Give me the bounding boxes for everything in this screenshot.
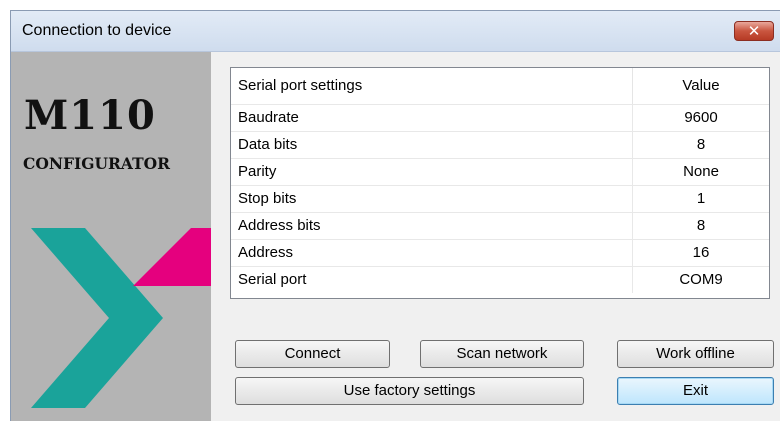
table-row[interactable]: Stop bits 1 xyxy=(231,185,769,212)
use-factory-settings-button[interactable]: Use factory settings xyxy=(235,377,584,405)
setting-value[interactable]: None xyxy=(633,159,769,185)
logo-magenta-wedge xyxy=(133,228,211,286)
setting-name: Parity xyxy=(231,159,633,185)
table-row[interactable]: Address 16 xyxy=(231,239,769,266)
logo-teal-chevron xyxy=(31,228,163,408)
setting-name: Baudrate xyxy=(231,105,633,131)
table-row[interactable]: Baudrate 9600 xyxy=(231,104,769,131)
table-row[interactable]: Data bits 8 xyxy=(231,131,769,158)
setting-name: Address bits xyxy=(231,213,633,239)
table-row[interactable]: Serial port COM9 xyxy=(231,266,769,293)
setting-name: Serial port xyxy=(231,267,633,293)
close-button[interactable]: ✕ xyxy=(734,21,774,41)
setting-value[interactable]: 1 xyxy=(633,186,769,212)
grid-header-row: Serial port settings Value xyxy=(231,68,769,104)
table-row[interactable]: Parity None xyxy=(231,158,769,185)
product-subtitle: CONFIGURATOR xyxy=(23,154,170,173)
setting-value[interactable]: 8 xyxy=(633,132,769,158)
setting-value[interactable]: COM9 xyxy=(633,267,769,293)
brand-logo-icon xyxy=(31,228,211,408)
settings-grid[interactable]: Serial port settings Value Baudrate 9600… xyxy=(230,67,770,299)
exit-button[interactable]: Exit xyxy=(617,377,774,405)
setting-value[interactable]: 9600 xyxy=(633,105,769,131)
dialog-window: Connection to device ✕ M110 CONFIGURATOR… xyxy=(10,10,780,421)
table-row[interactable]: Address bits 8 xyxy=(231,212,769,239)
column-header-setting[interactable]: Serial port settings xyxy=(231,68,633,104)
window-title: Connection to device xyxy=(22,22,172,39)
setting-name: Stop bits xyxy=(231,186,633,212)
close-icon: ✕ xyxy=(747,22,761,40)
setting-value[interactable]: 16 xyxy=(633,240,769,266)
product-logo-text: M110 xyxy=(24,92,156,139)
setting-name: Data bits xyxy=(231,132,633,158)
column-header-value[interactable]: Value xyxy=(633,68,769,104)
branding-panel: M110 CONFIGURATOR xyxy=(11,52,211,421)
scan-network-button[interactable]: Scan network xyxy=(420,340,584,368)
title-bar[interactable]: Connection to device ✕ xyxy=(11,11,780,52)
setting-name: Address xyxy=(231,240,633,266)
connect-button[interactable]: Connect xyxy=(235,340,390,368)
work-offline-button[interactable]: Work offline xyxy=(617,340,774,368)
setting-value[interactable]: 8 xyxy=(633,213,769,239)
